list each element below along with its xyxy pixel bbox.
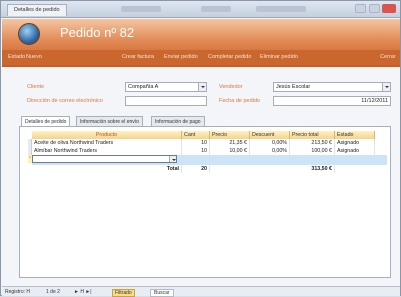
column-header-precio-total[interactable]: Precio total <box>290 131 335 139</box>
document-tab[interactable]: Detalles de pedido <box>7 4 67 16</box>
cell-producto[interactable]: Aceite de oliva Northwind Traders <box>32 139 182 147</box>
fecha-label: Fecha de pedido <box>219 98 260 104</box>
cell-descuento[interactable]: 0,00% <box>250 139 290 147</box>
table-row[interactable]: Almíbar Northwind Traders 10 10,00 € 0,0… <box>28 147 387 155</box>
form-header: Pedido nº 82 Estado Nuevo Crear factura … <box>2 19 400 67</box>
tab-pago[interactable]: Información de pago <box>151 116 205 126</box>
close-icon[interactable] <box>382 4 396 13</box>
nav-estado[interactable]: Estado <box>8 54 25 60</box>
correo-label: Dirección de correo electrónico <box>27 98 103 104</box>
total-qty: 20 <box>182 165 210 173</box>
registro-label: Registro: H <box>5 289 31 295</box>
title-blur <box>256 6 306 12</box>
title-blur <box>201 6 231 12</box>
new-product-combo[interactable] <box>32 155 177 163</box>
record-position[interactable]: 1 de 2 <box>46 289 60 295</box>
nav-eliminar-pedido[interactable]: Eliminar pedido <box>260 54 298 60</box>
tab-envio[interactable]: Información sobre el envío <box>76 116 143 126</box>
vendedor-combo[interactable]: Jesús Escolar <box>273 82 391 92</box>
cell-precio[interactable]: 10,00 € <box>210 147 250 155</box>
table-row[interactable]: Aceite de oliva Northwind Traders 10 21,… <box>28 139 387 147</box>
total-row: Total 20 313,50 € <box>32 165 387 173</box>
cell-precio-total: 100,00 € <box>290 147 335 155</box>
total-label: Total <box>32 165 182 173</box>
vendedor-value: Jesús Escolar <box>276 84 311 90</box>
nav-completar-pedido[interactable]: Completar pedido <box>208 54 251 60</box>
header-nav: Estado Nuevo Crear factura Enviar pedido… <box>2 50 400 65</box>
new-row[interactable]: * <box>28 155 387 165</box>
minimize-icon[interactable] <box>355 4 366 13</box>
cliente-value: Compañía A <box>128 84 159 90</box>
cell-cant[interactable]: 10 <box>182 147 210 155</box>
title-bar: Detalles de pedido <box>1 1 400 18</box>
total-amount: 313,50 € <box>290 165 335 173</box>
record-navigation-bar: Registro: H 1 de 2 ► H ►| Filtrado Busca… <box>2 286 400 297</box>
vendedor-label: Vendedor <box>219 84 243 90</box>
column-header-precio[interactable]: Precio <box>210 131 250 139</box>
cell-precio-total: 213,50 € <box>290 139 335 147</box>
nav-enviar-pedido[interactable]: Enviar pedido <box>164 54 198 60</box>
record-nav-arrows[interactable]: ► H ►| <box>74 289 92 295</box>
column-header-estado[interactable]: Estado <box>335 131 375 139</box>
nav-cerrar[interactable]: Cerrar <box>380 54 396 60</box>
chevron-down-icon[interactable] <box>169 156 176 162</box>
column-header-descuento[interactable]: Descuent <box>250 131 290 139</box>
nav-crear-factura[interactable]: Crear factura <box>122 54 154 60</box>
cell-precio[interactable]: 21,35 € <box>210 139 250 147</box>
cliente-label: Cliente <box>27 84 45 90</box>
page-title: Pedido nº 82 <box>60 25 135 40</box>
correo-field[interactable] <box>125 96 207 106</box>
fecha-field[interactable]: 11/12/2011 <box>273 96 391 106</box>
cell-cant[interactable]: 10 <box>182 139 210 147</box>
order-logo-icon <box>18 23 40 45</box>
cell-estado[interactable]: Asignado <box>335 139 375 147</box>
cell-estado[interactable]: Asignado <box>335 147 375 155</box>
nav-nuevo[interactable]: Nuevo <box>26 54 42 60</box>
grid-header-row: Producto Cant Precio Descuent Precio tot… <box>32 131 387 139</box>
column-header-cant[interactable]: Cant <box>182 131 210 139</box>
chevron-down-icon[interactable] <box>198 83 206 91</box>
tab-detalles[interactable]: Detalles de pedido <box>21 116 71 126</box>
chevron-down-icon[interactable] <box>382 83 390 91</box>
cell-producto[interactable]: Almíbar Northwind Traders <box>32 147 182 155</box>
title-blur <box>121 6 161 12</box>
column-header-producto[interactable]: Producto <box>32 131 182 139</box>
cell-descuento[interactable]: 0,00% <box>250 147 290 155</box>
access-window: Detalles de pedido Pedido nº 82 Estado N… <box>0 0 401 297</box>
cliente-combo[interactable]: Compañía A <box>125 82 207 92</box>
maximize-icon[interactable] <box>369 4 380 13</box>
